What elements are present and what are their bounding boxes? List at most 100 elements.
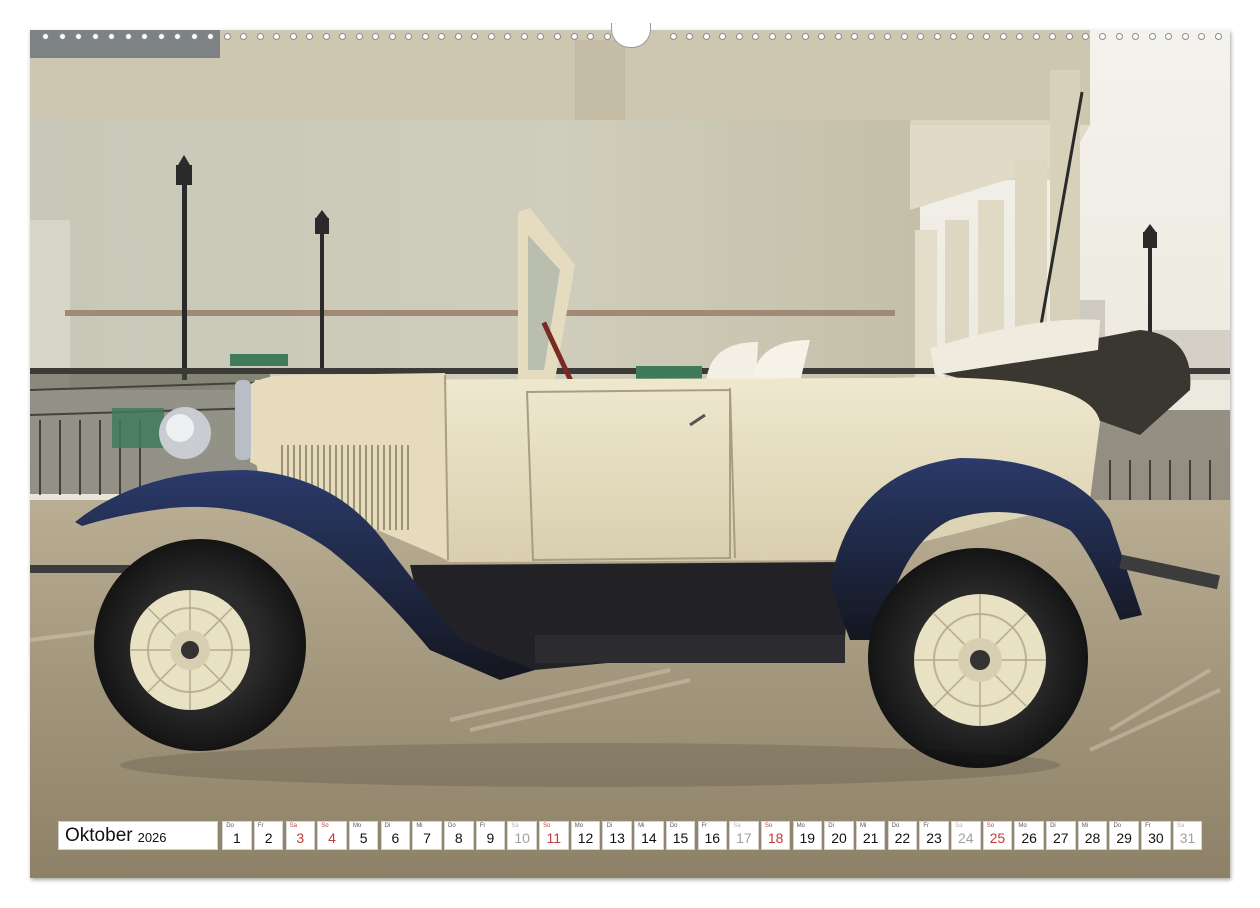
day-cell: Fr 9 [475, 821, 506, 850]
weekday-abbr: Fr [479, 823, 486, 829]
day-cell: Mo 5 [348, 821, 379, 850]
weekday-abbr: Fr [701, 823, 708, 829]
month-calendar-strip: Oktober 2026 Do 1 Fr 2 Sa 3 So 4 Mo 5 Di 6 Mi 7 Do 8 Fr 9… [58, 821, 1203, 850]
day-cell: Mo 26 [1014, 821, 1044, 850]
weekday-abbr: Di [828, 823, 834, 829]
day-cell: Do 1 [222, 821, 252, 850]
day-number: 17 [736, 830, 752, 846]
day-cell: Do 15 [665, 821, 696, 850]
weekday-abbr: So [764, 823, 773, 829]
day-number: 18 [767, 830, 784, 846]
weekday-abbr: Sa [511, 823, 519, 829]
day-number: 24 [957, 830, 974, 846]
day-number: 23 [926, 830, 942, 846]
weekday-abbr: Do [448, 823, 456, 829]
day-number: 7 [423, 830, 431, 846]
weekday-abbr: So [543, 823, 551, 829]
day-number: 8 [454, 830, 463, 846]
day-number: 15 [672, 830, 689, 846]
day-number: 12 [577, 830, 594, 846]
weekday-abbr: Fr [1145, 823, 1151, 829]
day-cell: Do 8 [444, 821, 474, 850]
day-cell: Mi 21 [855, 821, 886, 850]
weekday-abbr: Fr [923, 823, 929, 829]
day-cell: Sa 10 [507, 821, 537, 850]
weekday-abbr: Fr [257, 823, 264, 829]
weekday-abbr: Do [891, 823, 900, 829]
weekday-abbr: Mo [574, 823, 584, 829]
weekday-abbr: So [321, 823, 329, 829]
day-cell: Fr 2 [253, 821, 284, 850]
day-number: 27 [1053, 830, 1069, 846]
day-cell: Mi 7 [412, 821, 442, 850]
day-cell: Di 20 [824, 821, 854, 850]
day-cells: Do 1 Fr 2 Sa 3 So 4 Mo 5 Di 6 Mi 7 Do 8 Fr 9 Sa 10 So 11 Mo 12 D… [220, 821, 1203, 850]
day-cell: Fr 30 [1141, 821, 1171, 850]
day-number: 1 [233, 830, 241, 846]
day-cell: Sa 3 [285, 821, 316, 850]
day-cell: Sa 17 [729, 821, 759, 850]
day-number: 16 [704, 830, 721, 846]
day-cell: Do 22 [887, 821, 918, 850]
vintage-car-photo [30, 30, 1230, 878]
day-number: 29 [1116, 830, 1132, 846]
day-cell: Di 27 [1046, 821, 1076, 850]
day-cell: Sa 24 [951, 821, 981, 850]
weekday-abbr: Sa [289, 823, 297, 829]
day-cell: Mi 28 [1077, 821, 1108, 850]
weekday-abbr: Mo [352, 823, 362, 829]
weekday-abbr: Di [384, 823, 391, 829]
day-cell: Mo 12 [570, 821, 601, 850]
weekday-abbr: Sa [955, 823, 963, 829]
weekday-abbr: Mi [859, 823, 867, 829]
month-name: Oktober [65, 824, 133, 846]
day-number: 26 [1021, 830, 1037, 846]
day-cell: So 11 [539, 821, 569, 850]
day-number: 11 [546, 830, 562, 846]
day-number: 14 [641, 830, 657, 846]
day-number: 4 [328, 830, 336, 846]
day-number: 2 [264, 830, 273, 846]
weekday-abbr: So [986, 823, 995, 829]
day-cell: Mo 19 [792, 821, 823, 850]
weekday-abbr: Do [226, 823, 234, 829]
day-number: 19 [799, 830, 816, 846]
day-cell: Sa 31 [1172, 821, 1203, 850]
day-cell: So 18 [760, 821, 791, 850]
day-number: 21 [862, 830, 879, 846]
day-cell: Fr 16 [697, 821, 727, 850]
day-number: 5 [359, 830, 368, 846]
weekday-abbr: Sa [1176, 823, 1185, 829]
day-number: 28 [1084, 830, 1101, 846]
weekday-abbr: Mi [416, 823, 423, 829]
day-number: 9 [486, 830, 495, 846]
day-number: 25 [989, 830, 1006, 846]
weekday-abbr: Mo [1018, 823, 1027, 829]
month-title: Oktober 2026 [58, 821, 218, 850]
day-number: 6 [391, 830, 400, 846]
weekday-abbr: Sa [733, 823, 741, 829]
calendar-page [30, 30, 1230, 878]
day-number: 3 [296, 830, 305, 846]
day-number: 20 [831, 830, 847, 846]
weekday-abbr: Mi [638, 823, 645, 829]
weekday-abbr: Mo [796, 823, 805, 829]
day-number: 10 [514, 830, 530, 846]
day-cell: Di 6 [380, 821, 411, 850]
weekday-abbr: Do [1113, 823, 1122, 829]
weekday-abbr: Do [669, 823, 678, 829]
day-cell: Fr 23 [919, 821, 949, 850]
day-cell: Mi 14 [634, 821, 664, 850]
weekday-abbr: Di [1050, 823, 1056, 829]
day-cell: So 4 [317, 821, 347, 850]
weekday-abbr: Mi [1081, 823, 1089, 829]
day-cell: So 25 [982, 821, 1013, 850]
weekday-abbr: Di [606, 823, 613, 829]
day-number: 31 [1179, 830, 1196, 846]
day-number: 13 [609, 830, 625, 846]
day-cell: Di 13 [602, 821, 632, 850]
day-number: 22 [894, 830, 911, 846]
day-cell: Do 29 [1109, 821, 1139, 850]
year-label: 2026 [137, 830, 167, 845]
day-number: 30 [1148, 830, 1164, 846]
